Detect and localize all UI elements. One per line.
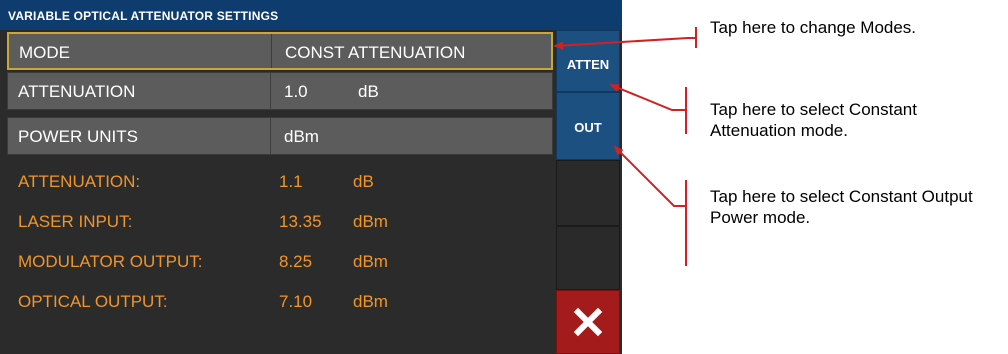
callout-line-atten <box>611 85 687 134</box>
callout-line-out <box>615 147 687 266</box>
callout-change-modes: Tap here to change Modes. <box>710 18 917 37</box>
callout-lines <box>0 27 697 266</box>
callout-constant-attenuation: Tap here to select Constant Attenuation … <box>710 100 917 140</box>
callout-constant-output: Tap here to select Constant Output Power… <box>710 187 973 227</box>
callout-line-modes <box>555 27 697 48</box>
